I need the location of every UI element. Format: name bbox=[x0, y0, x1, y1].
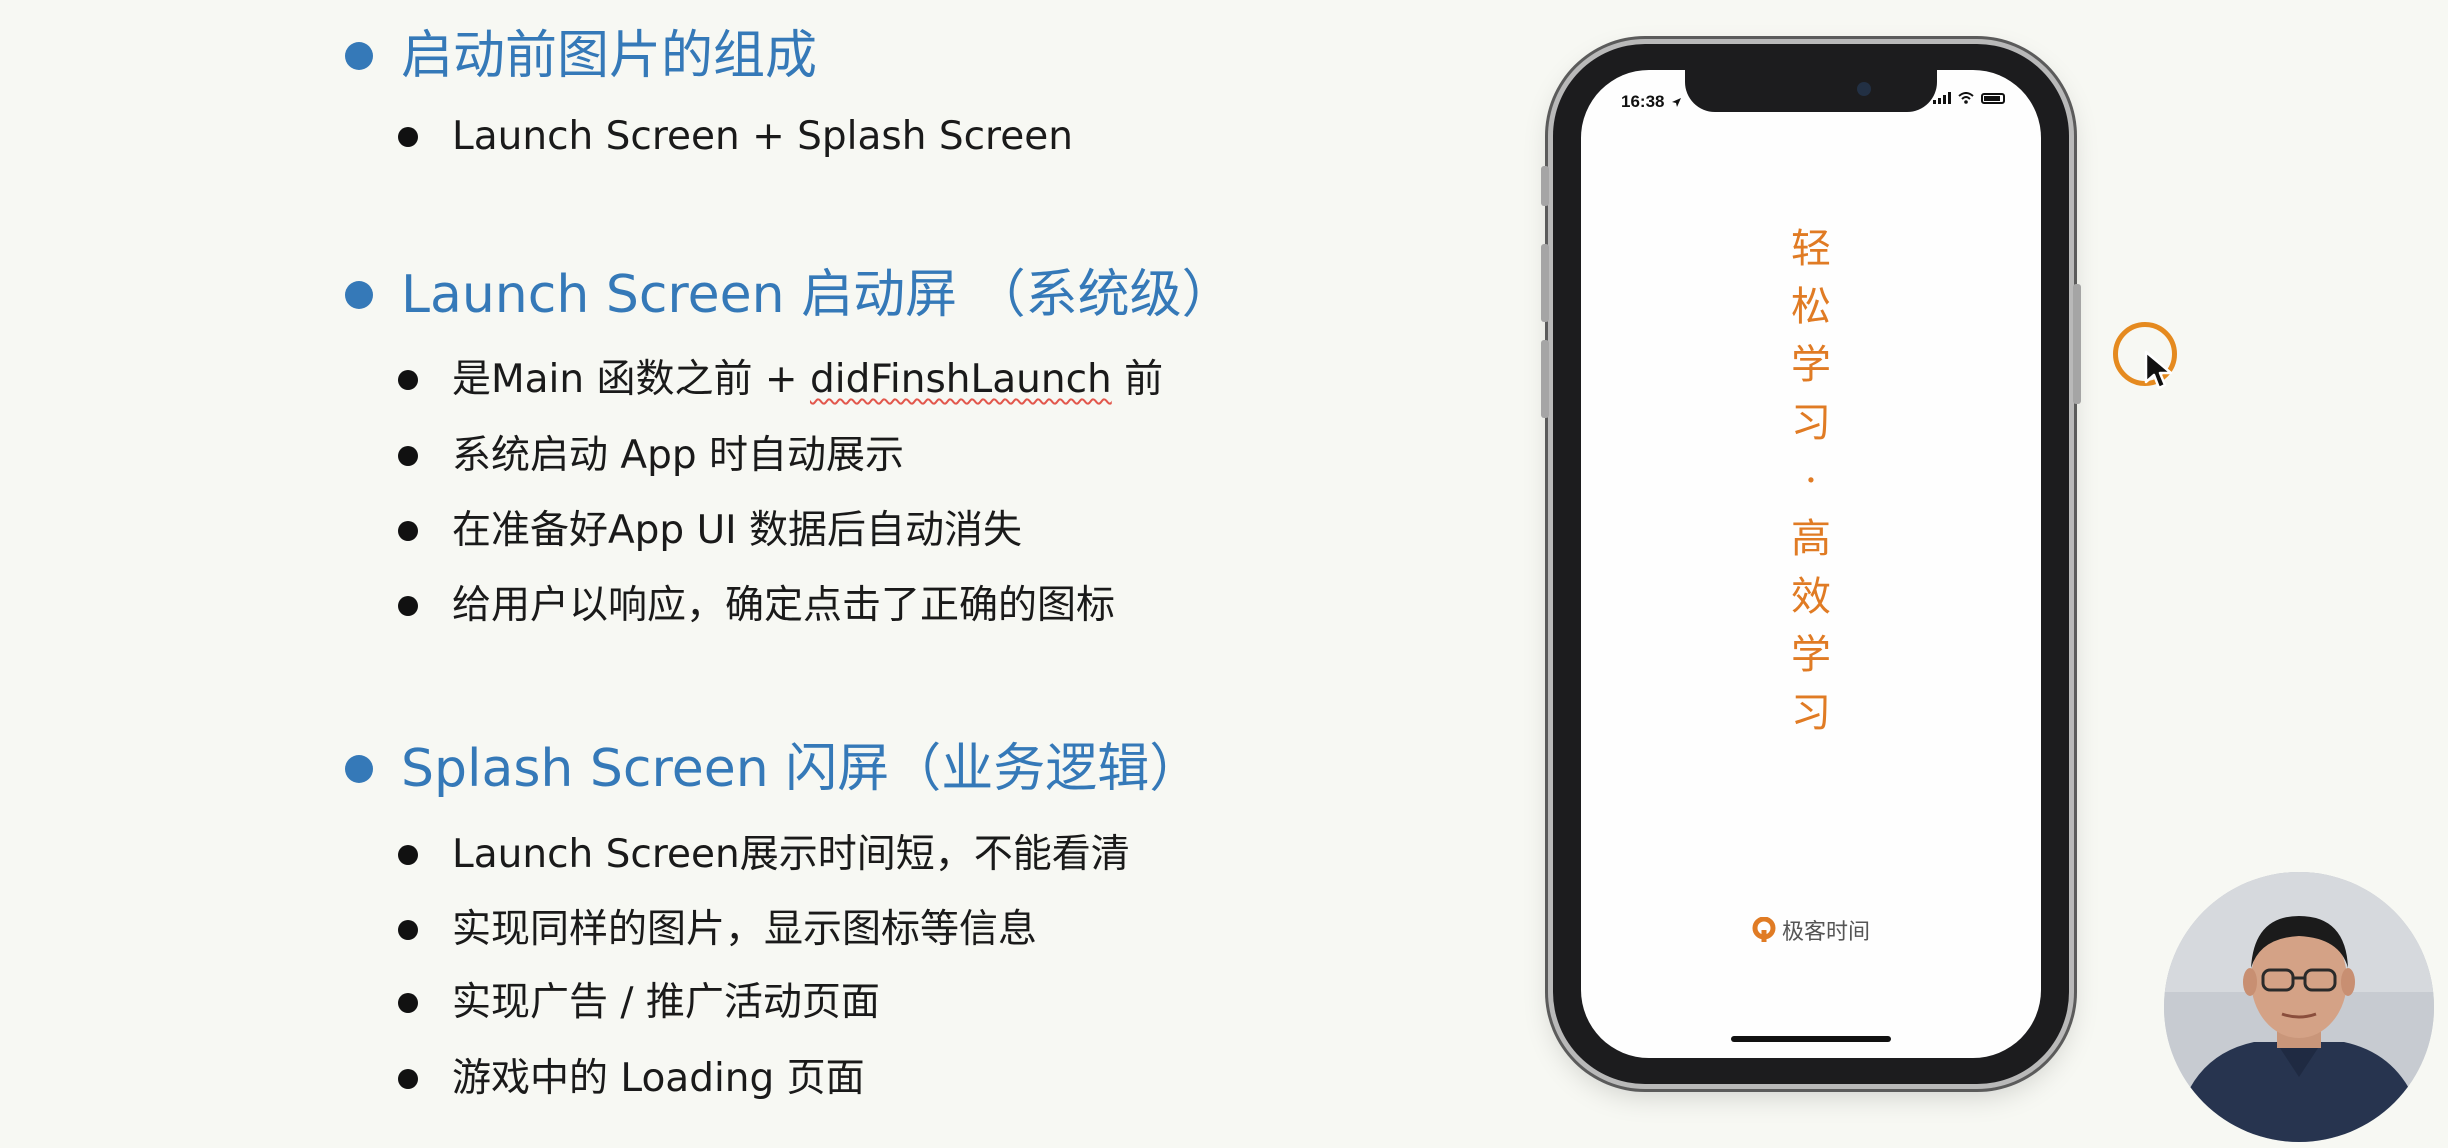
list-item-text: 实现广告 / 推广活动页面 bbox=[452, 980, 880, 1025]
list-item-text-before: 是Main 函数之前 + bbox=[452, 357, 810, 402]
list-item-text: 实现同样的图片，显示图标等信息 bbox=[452, 907, 1038, 952]
list-item: 实现同样的图片，显示图标等信息 bbox=[398, 905, 1037, 955]
phone-screen: 16:38 轻 松 学 习 · 高 效 学 习 极客时间 bbox=[1581, 70, 2041, 1058]
bullet-icon bbox=[398, 521, 418, 541]
list-item-text: 是Main 函数之前 + didFinshLaunch 前 bbox=[452, 355, 1163, 405]
slogan-char: 轻 bbox=[1791, 226, 1831, 272]
status-icons bbox=[1933, 92, 2005, 104]
power-button bbox=[2073, 284, 2081, 404]
list-item-text-after: 前 bbox=[1111, 357, 1164, 402]
phone-mockup: 16:38 轻 松 学 习 · 高 效 学 习 极客时间 bbox=[1541, 44, 2081, 1084]
status-time: 16:38 bbox=[1621, 92, 1682, 112]
list-item-text: 在准备好App UI 数据后自动消失 bbox=[452, 508, 1023, 553]
slogan-char: 松 bbox=[1791, 284, 1831, 330]
brand-footer: 极客时间 bbox=[1752, 914, 1870, 946]
list-item: 给用户以响应，确定点击了正确的图标 bbox=[398, 581, 1115, 631]
section-bullet-icon bbox=[345, 755, 373, 783]
slogan-char: · bbox=[1804, 458, 1818, 504]
app-slogan: 轻 松 学 习 · 高 效 学 习 bbox=[1791, 220, 1831, 742]
list-item-text: 系统启动 App 时自动展示 bbox=[452, 433, 904, 478]
geektime-logo-icon bbox=[1752, 917, 1776, 942]
misspelled-word: didFinshLaunch bbox=[809, 357, 1112, 402]
list-item-text: Launch Screen展示时间短，不能看清 bbox=[452, 832, 1130, 877]
list-item: 游戏中的 Loading 页面 bbox=[398, 1054, 865, 1104]
slogan-char: 习 bbox=[1791, 400, 1831, 446]
section-title-launch-screen: Launch Screen 启动屏 （系统级） bbox=[345, 263, 1234, 327]
slogan-char: 效 bbox=[1791, 574, 1831, 620]
section-title-text: Splash Screen 闪屏（业务逻辑） bbox=[401, 739, 1202, 799]
bullet-icon bbox=[398, 370, 418, 390]
presenter-webcam bbox=[2164, 872, 2434, 1142]
section-title-composition: 启动前图片的组成 bbox=[345, 24, 817, 88]
mute-switch bbox=[1541, 166, 1549, 206]
location-arrow-icon bbox=[1672, 98, 1682, 108]
phone-notch bbox=[1685, 70, 1937, 112]
front-camera-icon bbox=[1857, 82, 1871, 96]
battery-icon bbox=[1981, 92, 2005, 104]
list-item: Launch Screen + Splash Screen bbox=[398, 112, 1073, 162]
list-item: 实现广告 / 推广活动页面 bbox=[398, 978, 880, 1028]
list-item: Launch Screen展示时间短，不能看清 bbox=[398, 830, 1130, 880]
section-title-text: Launch Screen 启动屏 （系统级） bbox=[401, 265, 1234, 325]
arrow-cursor-icon bbox=[2144, 350, 2173, 390]
brand-name: 极客时间 bbox=[1781, 920, 1871, 945]
list-item: 在准备好App UI 数据后自动消失 bbox=[398, 506, 1022, 556]
bullet-icon bbox=[398, 127, 418, 147]
bullet-icon bbox=[398, 920, 418, 940]
volume-up-button bbox=[1541, 244, 1549, 322]
list-item: 是Main 函数之前 + didFinshLaunch 前 bbox=[398, 355, 1163, 405]
list-item-text: 游戏中的 Loading 页面 bbox=[452, 1056, 865, 1101]
slogan-char: 学 bbox=[1791, 632, 1831, 678]
list-item-text: Launch Screen + Splash Screen bbox=[452, 114, 1073, 159]
bullet-icon bbox=[398, 446, 418, 466]
section-bullet-icon bbox=[345, 281, 373, 309]
bullet-icon bbox=[398, 1069, 418, 1089]
wifi-icon bbox=[1958, 92, 1974, 104]
bullet-icon bbox=[398, 845, 418, 865]
list-item-text: 给用户以响应，确定点击了正确的图标 bbox=[452, 583, 1116, 628]
section-title-text: 启动前图片的组成 bbox=[401, 26, 818, 86]
volume-down-button bbox=[1541, 340, 1549, 418]
bullet-icon bbox=[398, 596, 418, 616]
presenter-video bbox=[2164, 872, 2434, 1142]
cellular-signal-icon bbox=[1933, 92, 1951, 104]
slogan-char: 高 bbox=[1791, 516, 1831, 562]
section-bullet-icon bbox=[345, 42, 373, 70]
list-item: 系统启动 App 时自动展示 bbox=[398, 431, 904, 481]
slogan-char: 学 bbox=[1791, 342, 1831, 388]
slogan-char: 习 bbox=[1791, 690, 1831, 736]
slide: 启动前图片的组成 Launch Screen + Splash Screen L… bbox=[0, 0, 2448, 1148]
bullet-icon bbox=[398, 993, 418, 1013]
home-indicator bbox=[1731, 1036, 1891, 1042]
section-title-splash-screen: Splash Screen 闪屏（业务逻辑） bbox=[345, 737, 1201, 801]
